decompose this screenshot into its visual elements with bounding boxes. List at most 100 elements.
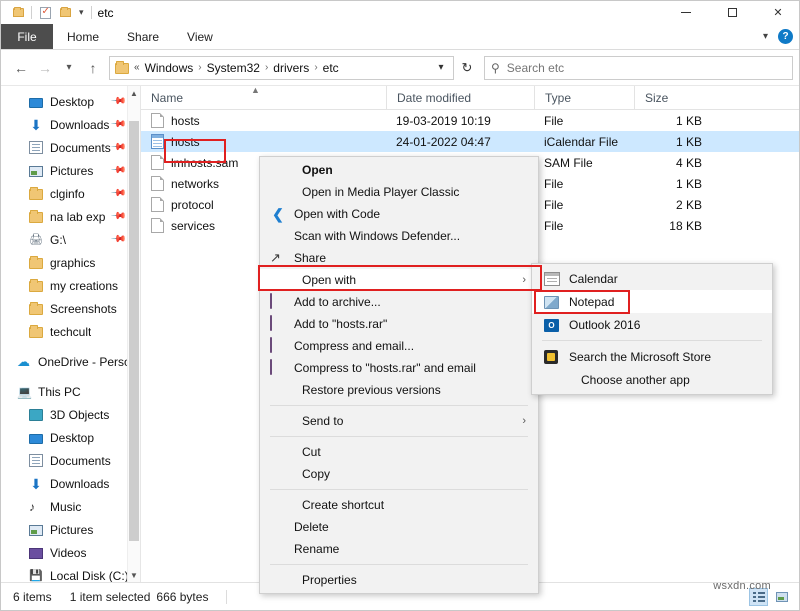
context-menu-item-restore-previous-versions[interactable]: Restore previous versions (260, 379, 538, 401)
context-menu-item-compress-to-hosts-rar-and-email[interactable]: Compress to "hosts.rar" and email (260, 357, 538, 379)
context-menu-item-delete[interactable]: Delete (260, 516, 538, 538)
back-arrow-icon[interactable]: ← (9, 56, 33, 80)
context-menu-item-create-shortcut[interactable]: Create shortcut (260, 494, 538, 516)
submenu-item-calendar[interactable]: Calendar (532, 267, 772, 290)
tab-share[interactable]: Share (113, 24, 173, 49)
column-header-date-modified[interactable]: Date modified (386, 86, 534, 110)
sidebar-item-pc-music[interactable]: ♪ Music (1, 495, 140, 518)
sidebar-item-screenshots[interactable]: Screenshots (1, 297, 140, 320)
icalendar-icon (151, 134, 164, 149)
title-divider (91, 6, 92, 19)
context-menu-item-add-to-hosts-rar[interactable]: Add to "hosts.rar" (260, 313, 538, 335)
submenu-item-choose-another-app[interactable]: Choose another app (532, 368, 772, 391)
sidebar-item-pc-pictures[interactable]: Pictures (1, 518, 140, 541)
menu-item-label: Delete (294, 520, 329, 534)
context-menu-item-send-to[interactable]: Send to › (260, 410, 538, 432)
maximize-icon[interactable] (709, 1, 755, 24)
table-row[interactable]: hosts 24-01-2022 04:47 iCalendar File 1 … (141, 131, 800, 152)
pin-icon[interactable]: 📌 (109, 162, 126, 179)
context-menu-item-rename[interactable]: Rename (260, 538, 538, 560)
submenu-item-outlook-2016[interactable]: O Outlook 2016 (532, 313, 772, 336)
scroll-down-chevron-down-icon[interactable]: ▼ (128, 568, 140, 583)
sidebar-item-local-disk-c[interactable]: 💾 Local Disk (C:) (1, 564, 140, 583)
search-input[interactable]: ⚲ Search etc (484, 56, 793, 80)
customize-qat-caret-icon[interactable]: ▾ (75, 7, 88, 18)
sidebar-item-this-pc[interactable]: 💻 This PC (1, 380, 140, 403)
sidebar-item-pc-downloads[interactable]: ⬇ Downloads (1, 472, 140, 495)
breadcrumb-list: « Windows › System32 › drivers › etc (134, 61, 431, 75)
tab-file[interactable]: File (1, 24, 53, 49)
context-menu-item-open-with[interactable]: Open with › (260, 269, 538, 291)
sidebar-item-pictures[interactable]: Pictures 📌 (1, 159, 140, 182)
submenu-item-search-the-microsoft-store[interactable]: Search the Microsoft Store (532, 345, 772, 368)
context-menu-item-cut[interactable]: Cut (260, 441, 538, 463)
navigation-pane: Desktop 📌 ⬇ Downloads 📌 Documents 📌 Pict… (1, 86, 141, 583)
sidebar-item-onedrive[interactable]: ☁ OneDrive - Person (1, 350, 140, 373)
column-header-name[interactable]: Name ▲ (141, 86, 386, 110)
context-menu-item-properties[interactable]: Properties (260, 569, 538, 591)
sidebar-item-g-drive[interactable]: 🖨 G:\ 📌 (1, 228, 140, 251)
submenu-item-notepad[interactable]: Notepad (532, 290, 772, 313)
column-header-type[interactable]: Type (534, 86, 634, 110)
folder-icon[interactable] (8, 3, 28, 23)
expand-ribbon-chevron-down-icon[interactable]: ▾ (763, 31, 768, 42)
status-item-count: 6 items (13, 590, 70, 604)
forward-arrow-icon[interactable]: → (33, 56, 57, 80)
sidebar-item-pc-documents[interactable]: Documents (1, 449, 140, 472)
sidebar-item-clginfo[interactable]: clginfo 📌 (1, 182, 140, 205)
sidebar-item-pc-desktop[interactable]: Desktop (1, 426, 140, 449)
sidebar-item-documents[interactable]: Documents 📌 (1, 136, 140, 159)
sidebar-item-my-creations[interactable]: my creations (1, 274, 140, 297)
context-menu: Open Open in Media Player Classic ❮ Open… (259, 156, 539, 594)
scroll-up-chevron-up-icon[interactable]: ▲ (128, 86, 140, 101)
recent-locations-chevron-down-icon[interactable]: ▾ (57, 56, 81, 80)
address-dropdown-chevron-down-icon[interactable]: ▾ (431, 62, 451, 73)
tab-view[interactable]: View (173, 24, 227, 49)
context-menu-item-open-in-media-player-classic[interactable]: Open in Media Player Classic (260, 181, 538, 203)
breadcrumb-item-etc[interactable]: etc (320, 61, 342, 75)
context-menu-item-open[interactable]: Open (260, 159, 538, 181)
tab-home[interactable]: Home (53, 24, 113, 49)
context-menu-item-copy[interactable]: Copy (260, 463, 538, 485)
help-icon[interactable]: ? (778, 29, 793, 44)
minimize-icon[interactable] (663, 1, 709, 24)
sidebar-item-na-lab-exp[interactable]: na lab exp 📌 (1, 205, 140, 228)
harddisk-icon: 💾 (29, 569, 43, 583)
sidebar-item-desktop[interactable]: Desktop 📌 (1, 90, 140, 113)
new-folder-icon[interactable] (55, 3, 75, 23)
sidebar-item-downloads[interactable]: ⬇ Downloads 📌 (1, 113, 140, 136)
up-arrow-icon[interactable]: ↑ (81, 56, 105, 80)
cell-type: File (534, 194, 634, 215)
pin-icon[interactable]: 📌 (109, 93, 126, 110)
pin-icon[interactable]: 📌 (109, 231, 126, 248)
column-header-size[interactable]: Size (634, 86, 714, 110)
table-row[interactable]: hosts 19-03-2019 10:19 File 1 KB (141, 110, 800, 131)
breadcrumb-item-windows[interactable]: Windows (142, 61, 197, 75)
breadcrumb[interactable]: « Windows › System32 › drivers › etc ▾ (109, 56, 454, 80)
breadcrumb-item-drivers[interactable]: drivers (270, 61, 312, 75)
properties-icon[interactable] (35, 3, 55, 23)
context-menu-item-scan-with-windows-defender[interactable]: Scan with Windows Defender... (260, 225, 538, 247)
context-menu-item-compress-and-email[interactable]: Compress and email... (260, 335, 538, 357)
context-menu-item-add-to-archive[interactable]: Add to archive... (260, 291, 538, 313)
context-menu-item-share[interactable]: ↗ Share (260, 247, 538, 269)
sidebar-item-label: Pictures (50, 164, 93, 178)
sidebar-item-graphics[interactable]: graphics (1, 251, 140, 274)
close-icon[interactable]: ✕ (755, 1, 800, 24)
sidebar-item-3d-objects[interactable]: 3D Objects (1, 403, 140, 426)
sidebar-item-label: Screenshots (50, 302, 117, 316)
scrollbar-thumb[interactable] (129, 121, 139, 541)
refresh-icon[interactable]: ↻ (454, 56, 480, 80)
context-menu-item-open-with-code[interactable]: ❮ Open with Code (260, 203, 538, 225)
column-label: Name (151, 91, 183, 105)
sidebar-scrollbar[interactable]: ▲ ▼ (127, 86, 140, 583)
sidebar-item-techcult[interactable]: techcult (1, 320, 140, 343)
thumbnail-view-icon[interactable] (772, 588, 791, 606)
pin-icon[interactable]: 📌 (109, 139, 126, 156)
menu-item-label: Properties (270, 573, 357, 587)
breadcrumb-item-system32[interactable]: System32 (204, 61, 263, 75)
sidebar-item-pc-videos[interactable]: Videos (1, 541, 140, 564)
pin-icon[interactable]: 📌 (109, 185, 126, 202)
pin-icon[interactable]: 📌 (109, 208, 126, 225)
pin-icon[interactable]: 📌 (109, 116, 126, 133)
